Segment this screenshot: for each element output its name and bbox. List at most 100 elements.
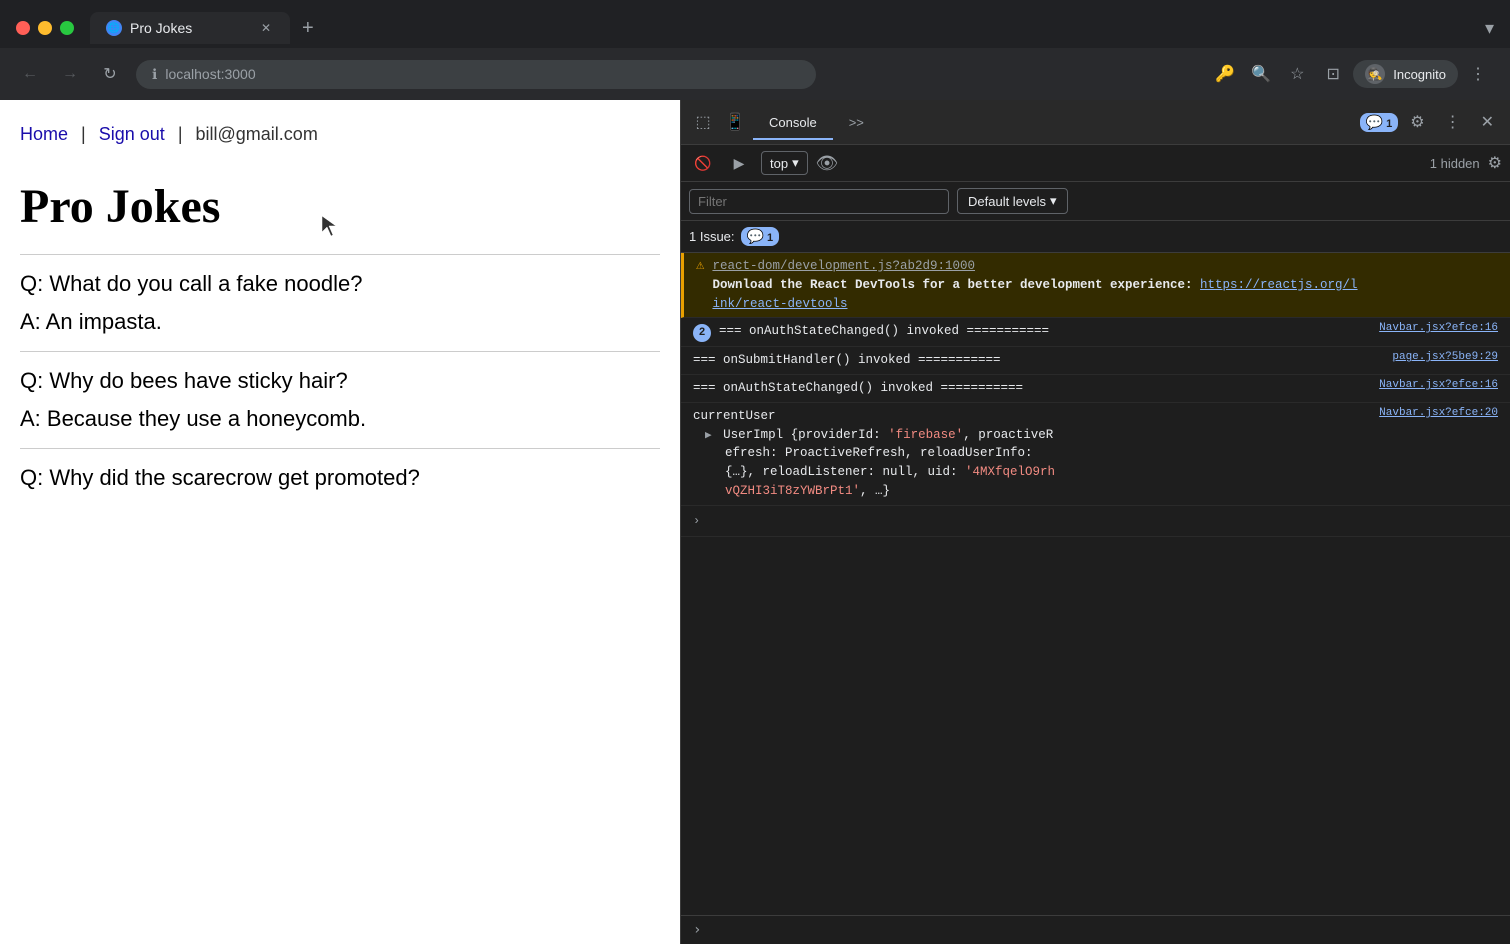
url-bar[interactable]: ℹ localhost:3000: [136, 60, 816, 89]
console-line-current-user: currentUser ▶ UserImpl {providerId: 'fir…: [681, 403, 1510, 506]
frame-selector[interactable]: top ▾: [761, 151, 808, 175]
new-tab-button[interactable]: +: [290, 17, 326, 40]
levels-label: Default levels: [968, 194, 1046, 209]
warning-text: Download the React DevTools for a better…: [712, 276, 1498, 314]
devtools-panel: ⬚ 📱 Console >> 💬 1 ⚙ ⋮ ✕ 🚫 ▶ top ▾ 👁 1 h…: [680, 100, 1510, 944]
incognito-icon: 🕵: [1365, 64, 1385, 84]
nav-separator-1: |: [81, 124, 86, 144]
console-input[interactable]: [709, 923, 1498, 938]
top-label: top: [770, 156, 788, 171]
divider-3: [20, 448, 660, 449]
joke-3-question: Q: Why did the scarecrow get promoted?: [20, 465, 660, 491]
sign-out-link[interactable]: Sign out: [99, 124, 165, 144]
joke-2-answer: A: Because they use a honeycomb.: [20, 406, 660, 432]
user-email: bill@gmail.com: [196, 124, 318, 144]
play-icon[interactable]: ▶: [725, 149, 753, 177]
log-text-1: === onAuthStateChanged() invoked =======…: [719, 324, 1049, 338]
log-source-3[interactable]: Navbar.jsx?efce:16: [1379, 379, 1498, 391]
window-controls: [0, 21, 90, 35]
log-source-2[interactable]: page.jsx?5be9:29: [1392, 351, 1498, 363]
minimize-window-button[interactable]: [38, 21, 52, 35]
issues-label: 1 Issue:: [689, 229, 735, 244]
joke-1-answer: A: An impasta.: [20, 309, 660, 335]
console-line-auth-state-1: 2 === onAuthStateChanged() invoked =====…: [681, 318, 1510, 347]
inspect-element-icon[interactable]: ⬚: [689, 108, 717, 136]
log-content-3: === onAuthStateChanged() invoked =======…: [693, 379, 1371, 398]
divider-1: [20, 254, 660, 255]
levels-chevron-icon: ▾: [1050, 193, 1057, 209]
log-content-4: currentUser ▶ UserImpl {providerId: 'fir…: [693, 407, 1371, 501]
console-output: ⚠ react-dom/development.js?ab2d9:1000 Do…: [681, 253, 1510, 915]
joke-1-question: Q: What do you call a fake noodle?: [20, 271, 660, 297]
split-screen-icon[interactable]: ⊡: [1317, 58, 1349, 90]
log-content-2: === onSubmitHandler() invoked ==========…: [693, 351, 1384, 370]
issues-count: 1 Issue: 💬 1: [689, 227, 779, 246]
warning-icon: ⚠: [696, 257, 704, 274]
url-port: :3000: [221, 66, 256, 82]
warning-source-link[interactable]: react-dom/development.js?ab2d9:1000: [712, 257, 1498, 276]
page-title: Pro Jokes: [20, 179, 660, 234]
console-line-warning: ⚠ react-dom/development.js?ab2d9:1000 Do…: [681, 253, 1510, 318]
tab-favicon: 🌐: [106, 20, 122, 36]
log-text-3: === onAuthStateChanged() invoked =======…: [693, 381, 1023, 395]
issues-bar: 1 Issue: 💬 1: [681, 221, 1510, 253]
devtools-close-button[interactable]: ✕: [1473, 104, 1502, 140]
active-tab[interactable]: 🌐 Pro Jokes ✕: [90, 12, 290, 44]
console-expand-row: ›: [681, 506, 1510, 537]
console-tab[interactable]: Console: [753, 107, 833, 140]
log-source-4[interactable]: Navbar.jsx?efce:20: [1379, 407, 1498, 419]
close-window-button[interactable]: [16, 21, 30, 35]
clear-console-icon[interactable]: 🚫: [689, 149, 717, 177]
back-button[interactable]: ←: [16, 60, 44, 88]
forward-button[interactable]: →: [56, 60, 84, 88]
devtools-badge: 💬 1: [1360, 113, 1399, 132]
tab-title: Pro Jokes: [130, 20, 192, 36]
devtools-toolbar: ⬚ 📱 Console >> 💬 1 ⚙ ⋮ ✕: [681, 100, 1510, 145]
tab-close-button[interactable]: ✕: [258, 20, 274, 36]
home-link[interactable]: Home: [20, 124, 68, 144]
security-icon: ℹ: [152, 66, 157, 83]
url-text: localhost:3000: [165, 66, 255, 82]
frame-dropdown-icon: ▾: [792, 155, 799, 171]
devtools-more-icon[interactable]: ⋮: [1437, 104, 1469, 140]
zoom-icon[interactable]: 🔍: [1245, 58, 1277, 90]
filter-input[interactable]: [689, 189, 949, 214]
console-prompt: ›: [693, 922, 701, 938]
device-mode-icon[interactable]: 📱: [721, 108, 749, 136]
log-source-1[interactable]: Navbar.jsx?efce:16: [1379, 322, 1498, 334]
console-input-row: ›: [681, 915, 1510, 944]
url-scheme: localhost: [165, 66, 220, 82]
eye-icon[interactable]: 👁: [816, 153, 839, 174]
hidden-count: 1 hidden: [1430, 156, 1480, 171]
devtools-settings-icon[interactable]: ⚙: [1402, 104, 1432, 140]
maximize-window-button[interactable]: [60, 21, 74, 35]
bookmark-icon[interactable]: ☆: [1281, 58, 1313, 90]
incognito-label: Incognito: [1393, 67, 1446, 82]
current-user-label: currentUser: [693, 407, 1371, 426]
warning-content: react-dom/development.js?ab2d9:1000 Down…: [712, 257, 1498, 313]
more-tabs-button[interactable]: >>: [833, 107, 880, 140]
console-settings-icon[interactable]: ⚙: [1488, 153, 1502, 173]
expand-arrow[interactable]: ▶: [705, 430, 712, 442]
joke-2-question: Q: Why do bees have sticky hair?: [20, 368, 660, 394]
log-content-1: === onAuthStateChanged() invoked =======…: [719, 322, 1371, 341]
levels-dropdown[interactable]: Default levels ▾: [957, 188, 1068, 214]
incognito-button[interactable]: 🕵 Incognito: [1353, 60, 1458, 88]
console-line-submit: === onSubmitHandler() invoked ==========…: [681, 347, 1510, 375]
console-line-auth-state-2: === onAuthStateChanged() invoked =======…: [681, 375, 1510, 403]
console-toolbar: 🚫 ▶ top ▾ 👁 1 hidden ⚙: [681, 145, 1510, 182]
tab-list-button[interactable]: ▾: [1469, 18, 1510, 39]
address-bar: ← → ↻ ℹ localhost:3000 🔑 🔍 ☆ ⊡ 🕵 Incogni…: [0, 48, 1510, 100]
divider-2: [20, 351, 660, 352]
menu-button[interactable]: ⋮: [1462, 58, 1494, 90]
issue-badge: 💬 1: [741, 227, 780, 246]
nav-separator-2: |: [178, 124, 183, 144]
reload-button[interactable]: ↻: [96, 60, 124, 88]
password-icon[interactable]: 🔑: [1209, 58, 1241, 90]
repeat-badge: 2: [693, 324, 711, 342]
expand-section-arrow[interactable]: ›: [689, 510, 704, 532]
current-user-obj: ▶ UserImpl {providerId: 'firebase', proa…: [693, 426, 1371, 501]
filter-row: Default levels ▾: [681, 182, 1510, 221]
page-content: Home | Sign out | bill@gmail.com Pro Jok…: [0, 100, 680, 944]
page-nav: Home | Sign out | bill@gmail.com: [20, 124, 660, 145]
